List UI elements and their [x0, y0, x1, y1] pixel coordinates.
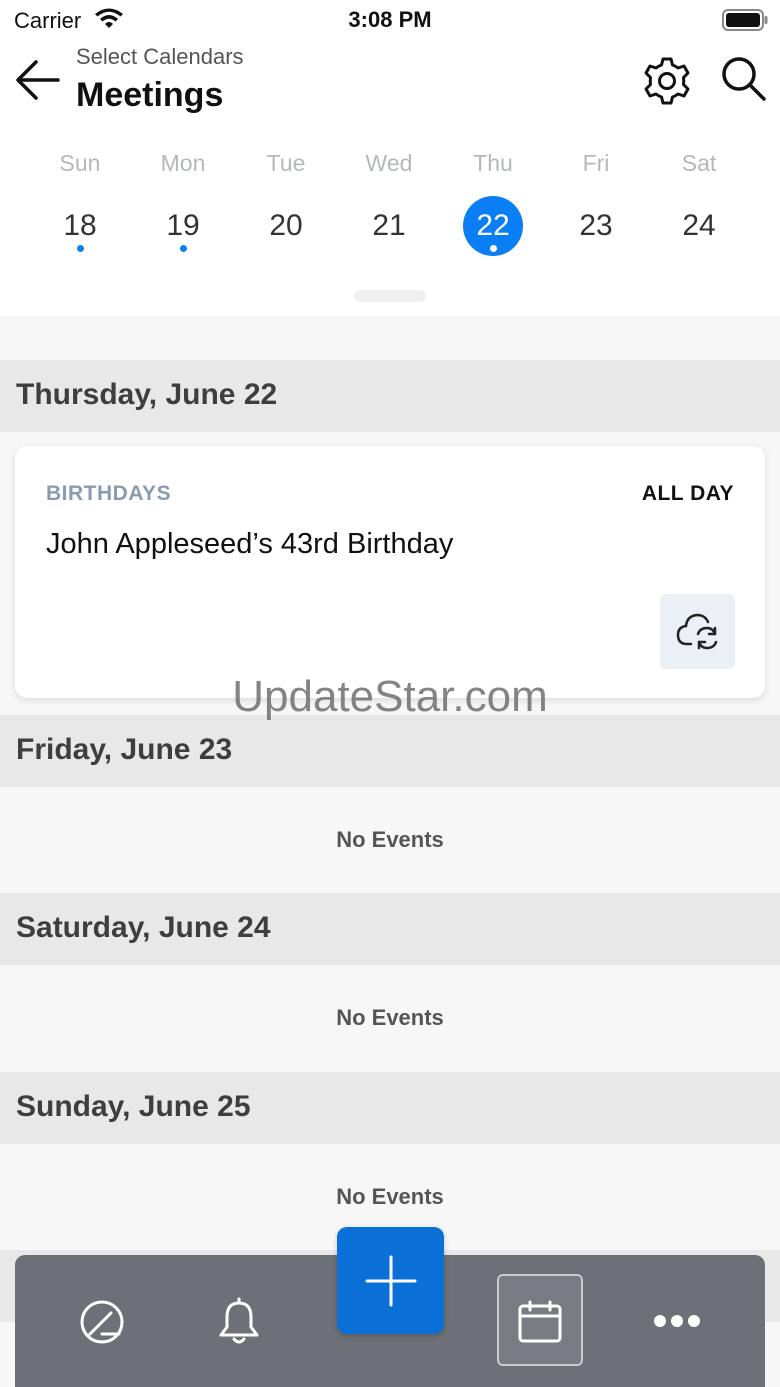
day-number: 24: [682, 209, 716, 242]
event-calendar-name: BIRTHDAYS: [46, 482, 172, 505]
day-name: Sat: [681, 150, 717, 176]
add-event-button[interactable]: [337, 1227, 444, 1334]
back-arrow-icon[interactable]: [14, 56, 62, 104]
event-card[interactable]: BIRTHDAYS ALL DAY John Appleseed’s 43rd …: [15, 446, 765, 698]
event-indicator-dot: [490, 245, 497, 252]
event-title: John Appleseed’s 43rd Birthday: [46, 528, 454, 560]
search-icon[interactable]: [718, 54, 768, 104]
event-indicator-dot: [77, 245, 84, 252]
day-name: Sun: [59, 150, 101, 176]
no-events-label: No Events: [336, 827, 444, 852]
clock: 3:08 PM: [348, 7, 432, 32]
day-sat[interactable]: Sat 24: [647, 130, 751, 270]
select-calendars-link[interactable]: Select Calendars: [76, 44, 244, 70]
drag-handle[interactable]: [354, 290, 426, 302]
no-events-label: No Events: [336, 1005, 444, 1030]
gear-icon[interactable]: [640, 54, 694, 108]
cloud-sync-icon: [676, 613, 718, 650]
no-events-row: No Events: [0, 787, 780, 893]
page-title: Meetings: [76, 76, 224, 114]
event-indicator-dot: [180, 245, 187, 252]
calendar-icon: [518, 1300, 562, 1343]
day-name: Wed: [365, 150, 413, 176]
day-name: Thu: [473, 150, 513, 176]
day-section-label: Sunday, June 25: [16, 1090, 251, 1123]
day-fri[interactable]: Fri 23: [544, 130, 648, 270]
day-name: Fri: [582, 150, 610, 176]
day-section-label: Friday, June 23: [16, 733, 233, 766]
status-bar: Carrier 3:08 PM: [0, 0, 780, 40]
battery-icon: [722, 9, 768, 31]
day-section-header: Friday, June 23: [0, 715, 780, 787]
day-thu[interactable]: Thu 22: [441, 130, 545, 270]
day-mon[interactable]: Mon 19: [131, 130, 235, 270]
dashboard-icon[interactable]: [77, 1297, 127, 1347]
day-name: Tue: [266, 150, 306, 176]
no-events-row: No Events: [0, 965, 780, 1071]
watermark: UpdateStar.com: [232, 672, 548, 721]
day-tue[interactable]: Tue 20: [234, 130, 338, 270]
calendar-tab[interactable]: [497, 1274, 583, 1366]
more-icon[interactable]: [653, 1311, 701, 1331]
day-number: 23: [579, 209, 613, 242]
event-time: ALL DAY: [641, 482, 734, 505]
day-number: 21: [372, 209, 406, 242]
add-icon: [365, 1255, 417, 1307]
day-sun[interactable]: Sun 18: [28, 130, 132, 270]
day-section-header: Saturday, June 24: [0, 893, 780, 965]
day-name: Mon: [160, 150, 206, 176]
day-section-label: Thursday, June 22: [16, 378, 278, 411]
day-number: 20: [269, 209, 303, 242]
day-section-label: Saturday, June 24: [16, 911, 271, 944]
day-wed[interactable]: Wed 21: [337, 130, 441, 270]
app-screen: Carrier 3:08 PM Select Calendars Meeting…: [0, 0, 780, 1387]
cloud-sync-button[interactable]: [660, 594, 735, 669]
no-events-label: No Events: [336, 1184, 444, 1209]
app-header: Select Calendars Meetings: [0, 40, 780, 130]
day-section-header: Thursday, June 22: [0, 360, 780, 432]
bell-icon[interactable]: [215, 1295, 263, 1347]
day-section-header: Sunday, June 25: [0, 1072, 780, 1144]
week-strip: Sun 18 Mon 19 Tue 20 Wed 21 Thu 22 Fri 2…: [0, 130, 780, 316]
